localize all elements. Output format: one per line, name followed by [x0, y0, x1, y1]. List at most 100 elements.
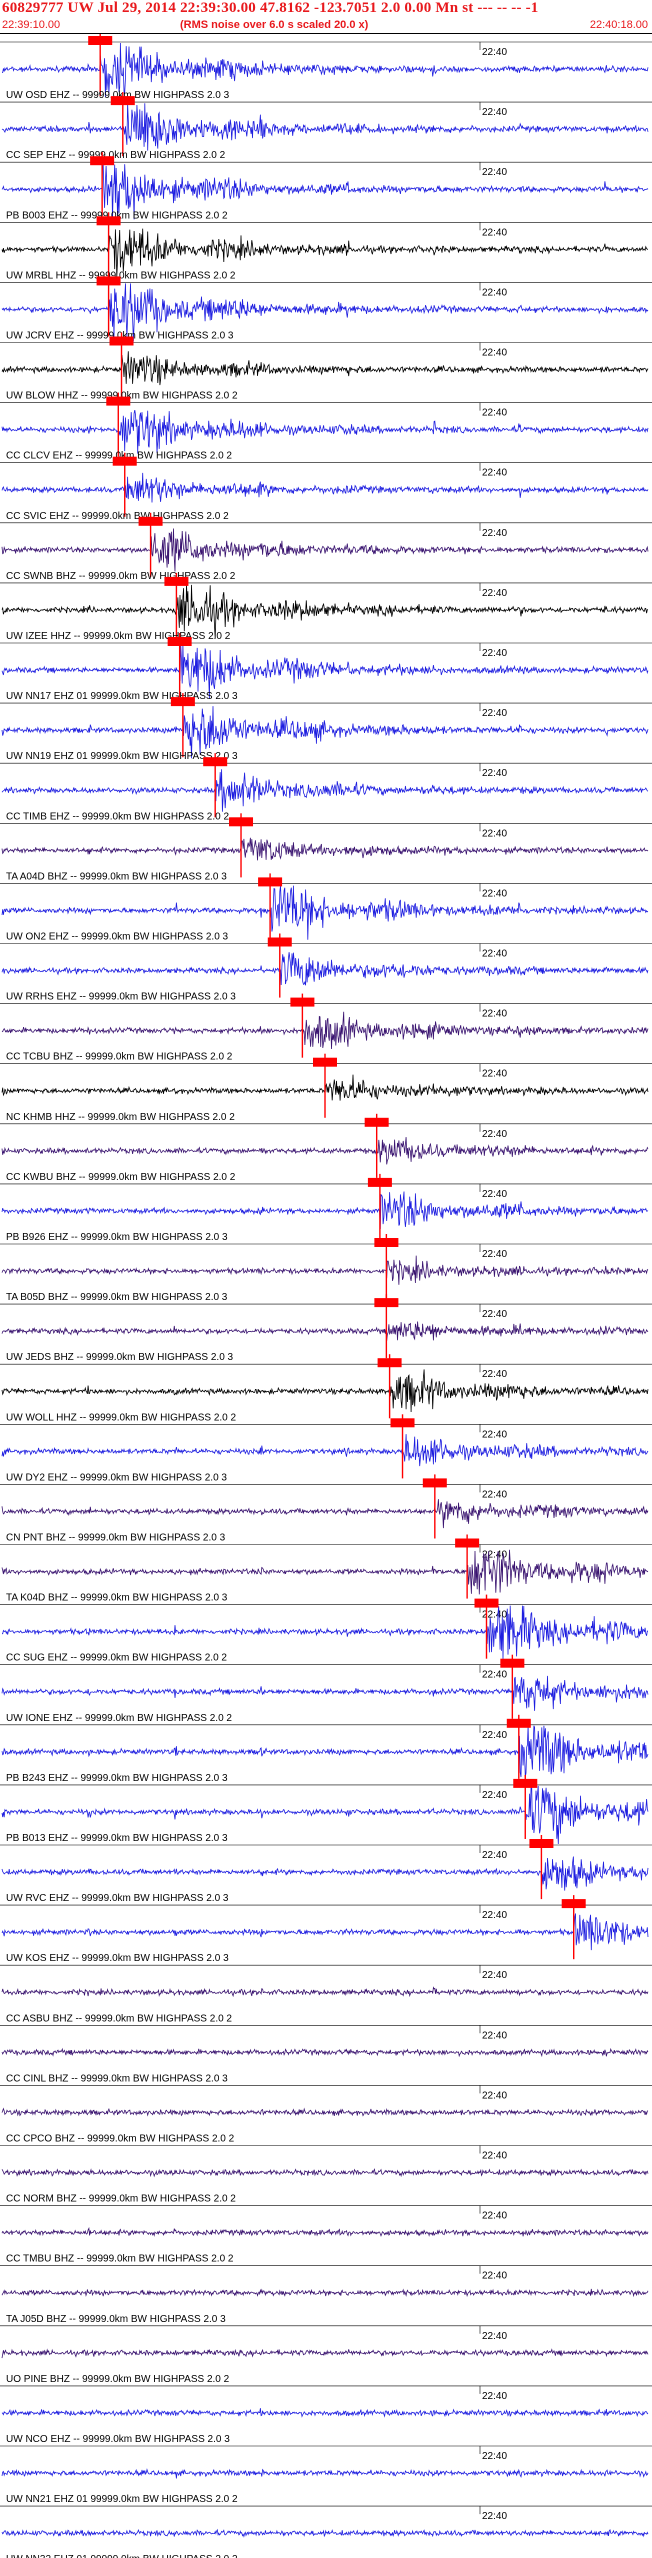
minute-label: 22:40 [482, 888, 507, 899]
trace-32: 22:40 CC ASBU BHZ -- 99999.0km BW HIGHPAS… [0, 1964, 652, 2024]
station-label: CC SEP EHZ -- 99999.0km BW HIGHPASS 2.0 … [6, 150, 226, 161]
trace-9: 22:40 UW IZEE HHZ -- 99999.0km BW HIGHPAS… [0, 572, 652, 642]
pick-box [390, 1418, 415, 1428]
waveform [2, 1605, 649, 1660]
trace-24: 22:40 CN PNT BHZ -- 99999.0km BW HIGHPASS… [0, 1474, 652, 1544]
pick-box [367, 1177, 392, 1187]
station-label: UW DY2 EHZ -- 99999.0km BW HIGHPASS 2.0 … [6, 1472, 227, 1483]
station-label: TA J05D BHZ -- 99999.0km BW HIGHPASS 2.0… [6, 2314, 226, 2325]
waveform [1, 2227, 649, 2237]
pick-box [96, 276, 121, 286]
trace-17: 22:40 NC KHMB HHZ -- 99999.0km BW HIGHPAS… [0, 1053, 652, 1123]
minute-label: 22:40 [482, 949, 507, 960]
station-label: CC TCBU BHZ -- 99999.0km BW HIGHPASS 2.0… [6, 1052, 233, 1063]
waveform [1, 1549, 649, 1595]
minute-label: 22:40 [482, 1730, 507, 1741]
end-time-label: 22:40:18.00 [589, 19, 648, 31]
waveform [1, 42, 649, 98]
pick-box [313, 1057, 337, 1067]
pick-box [422, 1478, 447, 1488]
waveform [1, 1434, 649, 1467]
trace-29: 22:40 PB B013 EHZ -- 99999.0km BW HIGHPAS… [0, 1774, 652, 1845]
minute-label: 22:40 [482, 1850, 507, 1861]
waveform [1, 2468, 649, 2479]
pick-box [529, 1839, 554, 1848]
trace-4: 22:40UW JCRV EHZ -- 99999.0km BW HIGHPAS… [0, 272, 652, 342]
pick-box [513, 1778, 538, 1788]
station-label: CC TMBU BHZ -- 99999.0km BW HIGHPASS 2.0… [6, 2254, 234, 2265]
minute-label: 22:40 [482, 2511, 507, 2522]
waveform [1, 1191, 649, 1230]
minute-label: 22:40 [482, 768, 507, 779]
trace-35: 22:40 CC NORM BHZ -- 99999.0km BW HIGHPAS… [0, 2145, 652, 2205]
minute-label: 22:40 [482, 107, 507, 118]
station-label: UW RRHS EHZ -- 99999.0km BW HIGHPASS 2.0… [6, 992, 236, 1003]
waveform [1, 1369, 649, 1413]
minute-label: 22:40 [482, 708, 507, 719]
trace-11: 22:40UW NN19 EHZ 01 99999.0km BW HIGHPAS… [0, 693, 652, 762]
minute-label: 22:40 [482, 2391, 507, 2402]
waveform [1, 410, 649, 454]
station-label: UW NCO EHZ -- 99999.0km BW HIGHPASS 2.0 … [6, 2434, 230, 2445]
event-title: 60829777 UW Jul 29, 2014 22:39:30.00 47.… [2, 0, 539, 16]
pick-box [377, 1358, 402, 1368]
waveform [1, 472, 649, 503]
station-label: UW IONE EHZ -- 99999.0km BW HIGHPASS 2.0… [6, 1713, 232, 1724]
pick-box [561, 1899, 586, 1909]
pick-box [164, 576, 189, 586]
minute-label: 22:40 [482, 2090, 507, 2101]
trace-2: 22:40PB B003 EHZ -- 99999.0km BW HIGHPAS… [0, 152, 652, 222]
header: 60829777 UW Jul 29, 2014 22:39:30.00 47.… [0, 0, 652, 34]
trace-0: 22:40UW OSD EHZ -- 99999.0km BW HIGHPASS… [0, 34, 652, 101]
station-label: UW NN17 EHZ 01 99999.0km BW HIGHPASS 2.0… [6, 691, 238, 702]
pick-box [110, 96, 135, 106]
minute-label: 22:40 [482, 2211, 507, 2222]
pick-box [374, 1238, 399, 1247]
trace-31: 22:40 UW KOS EHZ -- 99999.0km BW HIGHPASS… [0, 1895, 652, 1964]
waveform [1, 528, 649, 572]
waveform [1, 583, 649, 639]
trace-6: 22:40CC CLCV EHZ -- 99999.0km BW HIGHPAS… [0, 392, 652, 462]
station-label: CN PNT BHZ -- 99999.0km BW HIGHPASS 2.0 … [6, 1533, 226, 1544]
pick-box [455, 1538, 480, 1548]
waveform [1, 1913, 649, 1951]
pick-box [96, 216, 121, 226]
trace-10: 22:40 UW NN17 EHZ 01 99999.0km BW HIGHPAS… [0, 633, 652, 702]
pick-box [167, 637, 192, 646]
station-label: CC SUG EHZ -- 99999.0km BW HIGHPASS 2.0 … [6, 1653, 227, 1664]
waveform [1, 1986, 649, 1998]
pick-box [374, 1298, 399, 1308]
pick-box [106, 396, 131, 406]
waveform [1, 837, 649, 861]
station-label: UW NN21 EHZ 01 99999.0km BW HIGHPASS 2.0… [6, 2494, 238, 2505]
station-label: CC TIMB EHZ -- 99999.0km BW HIGHPASS 2.0… [6, 811, 229, 822]
station-label: TA B05D BHZ -- 99999.0km BW HIGHPASS 2.0… [6, 1292, 228, 1303]
trace-20: 22:40 TA B05D BHZ -- 99999.0km BW HIGHPAS… [0, 1234, 652, 1303]
station-label: TA K04D BHZ -- 99999.0km BW HIGHPASS 2.0… [6, 1593, 228, 1604]
waveform [1, 2408, 649, 2418]
minute-label: 22:40 [482, 528, 507, 539]
pick-box [267, 937, 292, 947]
trace-34: 22:40 CC CPCO BHZ -- 99999.0km BW HIGHPAS… [0, 2085, 652, 2145]
trace-15: 22:40 UW RRHS EHZ -- 99999.0km BW HIGHPAS… [0, 933, 652, 1003]
pick-box [506, 1718, 531, 1728]
minute-label: 22:40 [482, 47, 507, 58]
pick-box [112, 456, 137, 466]
waveform [1, 1011, 649, 1050]
trace-41: 22:40 UW NN32 EHZ 01 99999.0km BW HIGHPAS… [0, 2505, 652, 2558]
minute-label: 22:40 [482, 1009, 507, 1020]
minute-label: 22:40 [482, 408, 507, 419]
station-label: CC CINL BHZ -- 99999.0km BW HIGHPASS 2.0… [6, 2073, 228, 2084]
trace-12: 22:40 CC TIMB EHZ -- 99999.0km BW HIGHPAS… [0, 753, 652, 822]
waveform [1, 1725, 649, 1778]
waveform [1, 103, 649, 151]
minute-label: 22:40 [482, 1670, 507, 1681]
minute-label: 22:40 [482, 828, 507, 839]
pick-box [500, 1658, 525, 1668]
trace-16: 22:40 CC TCBU BHZ -- 99999.0km BW HIGHPAS… [0, 993, 652, 1063]
minute-label: 22:40 [482, 1790, 507, 1801]
station-label: PB B013 EHZ -- 99999.0km BW HIGHPASS 2.0… [6, 1833, 228, 1844]
minute-label: 22:40 [482, 227, 507, 238]
pick-box [170, 697, 195, 707]
trace-7: 22:40 CC SVIC EHZ -- 99999.0km BW HIGHPAS… [0, 452, 652, 522]
